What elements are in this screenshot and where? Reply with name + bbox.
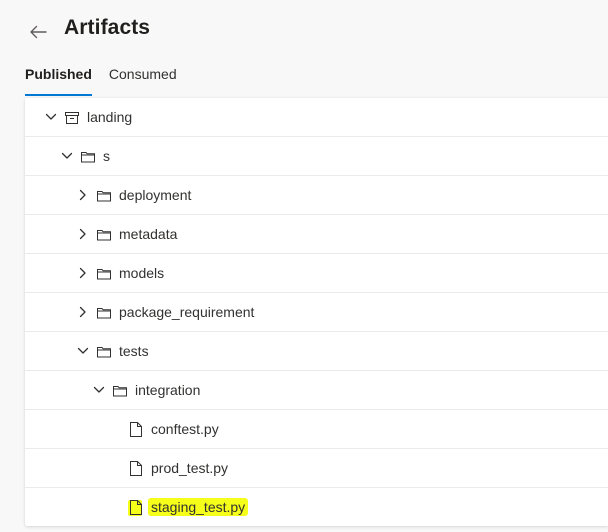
tree-row-metadata[interactable]: metadata (25, 215, 608, 254)
chevron-right-icon[interactable] (77, 267, 89, 279)
tree-row-s[interactable]: s (25, 137, 608, 176)
chevron-right-icon[interactable] (77, 228, 89, 240)
tree-row-deployment[interactable]: deployment (25, 176, 608, 215)
chevron-down-icon[interactable] (45, 111, 57, 123)
artifact-tree: landing s deployment metadata models package_… (25, 98, 608, 526)
chevron-down-icon[interactable] (93, 384, 105, 396)
chevron-down-icon[interactable] (77, 345, 89, 357)
back-button[interactable] (26, 20, 50, 44)
tree-row-label: models (119, 265, 165, 281)
chevron-down-icon[interactable] (61, 150, 73, 162)
tree-row-label: staging_test.py (148, 498, 249, 516)
chevron-right-icon[interactable] (77, 306, 89, 318)
tree-row-conftest-py[interactable]: conftest.py (25, 410, 608, 449)
tree-row-label: conftest.py (151, 421, 219, 437)
file-icon (129, 460, 143, 476)
tab-bar: Published Consumed (25, 62, 194, 96)
folder-icon (97, 267, 111, 281)
tree-row-tests[interactable]: tests (25, 332, 608, 371)
tree-row-label: tests (119, 343, 149, 359)
folder-icon (97, 228, 111, 242)
tree-row-package-requirement[interactable]: package_requirement (25, 293, 608, 332)
folder-icon (113, 384, 127, 398)
file-icon (129, 499, 143, 515)
tree-row-landing[interactable]: landing (25, 98, 608, 137)
chevron-right-icon[interactable] (77, 189, 89, 201)
tree-row-label: deployment (119, 187, 192, 203)
package-icon (65, 111, 79, 125)
tab-published[interactable]: Published (25, 62, 92, 96)
folder-icon (97, 189, 111, 203)
tree-row-prod-test-py[interactable]: prod_test.py (25, 449, 608, 488)
page-header: Artifacts (0, 0, 608, 60)
folder-icon (97, 306, 111, 320)
folder-icon (97, 345, 111, 359)
tree-row-staging-test-py[interactable]: staging_test.py (25, 488, 608, 527)
tree-row-label: prod_test.py (151, 460, 229, 476)
tree-row-label: s (103, 148, 110, 164)
tree-row-label: package_requirement (119, 304, 255, 320)
tree-row-label: landing (87, 109, 133, 125)
folder-icon (81, 150, 95, 164)
tree-row-label: metadata (119, 226, 178, 242)
tree-row-label: integration (135, 382, 201, 398)
tab-consumed[interactable]: Consumed (109, 62, 177, 90)
page-title: Artifacts (64, 16, 151, 39)
arrow-left-icon (30, 25, 47, 39)
tree-row-integration[interactable]: integration (25, 371, 608, 410)
file-icon (129, 421, 143, 437)
tree-row-models[interactable]: models (25, 254, 608, 293)
